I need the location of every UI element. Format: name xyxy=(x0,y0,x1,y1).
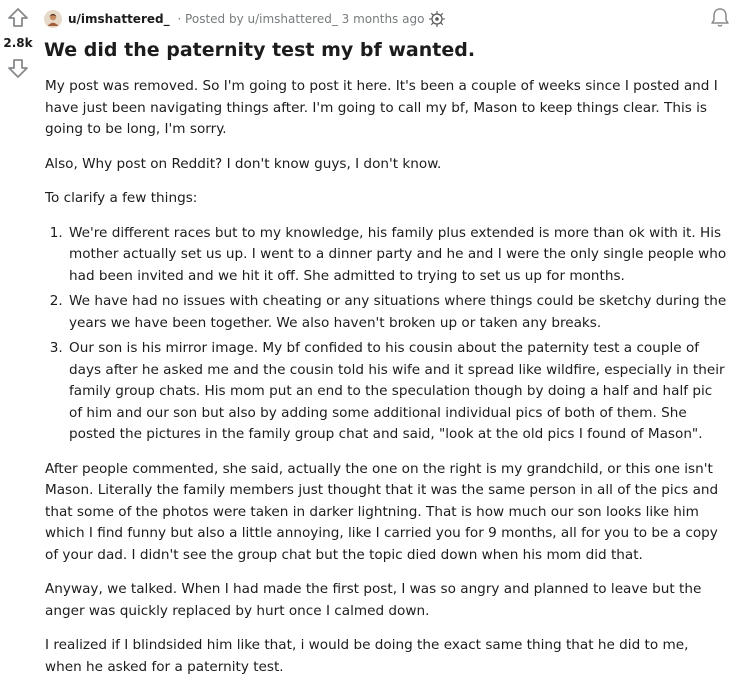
body-paragraph: To clarify a few things: xyxy=(45,190,198,206)
reddit-post: 2.8k u/imshattered_ · Posted by u/imshat… xyxy=(0,0,737,682)
post-meta: · Posted by u/imshattered_ 3 months ago xyxy=(173,12,425,26)
list-item: We have had no issues with cheating or a… xyxy=(67,291,727,334)
upvote-arrow-icon[interactable] xyxy=(6,6,30,30)
vote-column: 2.8k xyxy=(0,6,36,80)
body-paragraph: Anyway, we talked. When I had made the f… xyxy=(45,581,702,619)
post-header: u/imshattered_ · Posted by u/imshattered… xyxy=(44,9,737,29)
body-paragraph: After people commented, she said, actual… xyxy=(45,460,719,563)
vote-score: 2.8k xyxy=(3,36,33,50)
downvote-arrow-icon[interactable] xyxy=(6,56,30,80)
post-title[interactable]: We did the paternity test my bf wanted. xyxy=(44,37,717,63)
post-body: My post was removed. So I'm going to pos… xyxy=(45,76,727,691)
body-paragraph: My post was removed. So I'm going to pos… xyxy=(45,78,718,137)
user-avatar[interactable] xyxy=(44,10,62,28)
body-paragraph: Also, Why post on Reddit? I don't know g… xyxy=(45,155,442,172)
list-item: We're different races but to my knowledg… xyxy=(67,223,727,288)
award-icon[interactable] xyxy=(428,10,446,28)
bell-icon[interactable] xyxy=(709,6,731,28)
subreddit-link[interactable]: u/imshattered_ xyxy=(68,12,170,26)
body-paragraph: I realized if I blindsided him like that… xyxy=(45,637,689,675)
list-item: Our son is his mirror image. My bf confi… xyxy=(67,338,727,446)
clarification-list: We're different races but to my knowledg… xyxy=(45,223,727,446)
